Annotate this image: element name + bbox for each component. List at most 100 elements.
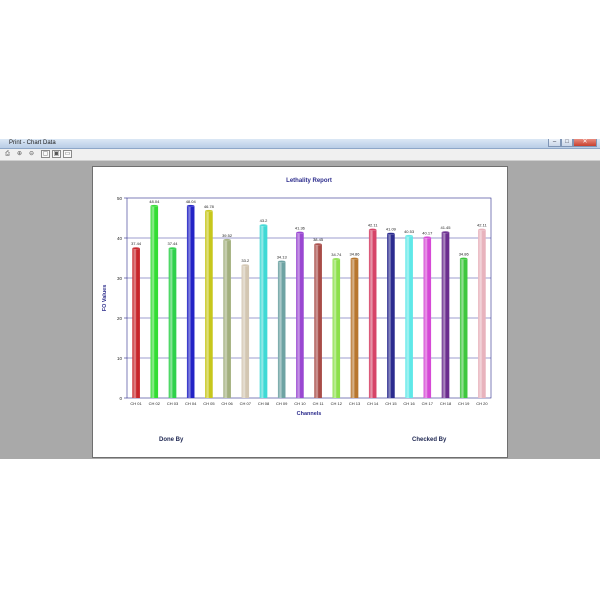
- data-label: 37.44: [131, 241, 142, 246]
- bar-shine: [186, 205, 195, 398]
- chart-title: Lethality Report: [286, 178, 332, 184]
- data-label: 41.45: [440, 225, 451, 230]
- data-label: 42.11: [477, 223, 487, 228]
- x-tick-label: CH 14: [367, 401, 379, 406]
- report-page: 0 10 20 30 40 50 Lethality Report Channels FO Va…: [92, 166, 508, 458]
- bar-cap: [259, 224, 268, 227]
- x-tick-label: CH 11: [313, 401, 325, 406]
- x-tick-label: CH 17: [422, 401, 434, 406]
- bar-shine: [223, 239, 231, 398]
- bar-shine: [332, 259, 341, 398]
- bar-shine: [150, 205, 159, 398]
- y-axis-label: FO Values: [102, 285, 108, 312]
- minimize-button[interactable]: –: [548, 139, 561, 147]
- data-label: 41.09: [386, 227, 397, 232]
- maximize-button[interactable]: □: [561, 139, 573, 147]
- bar-shine: [277, 261, 286, 398]
- bar-shine: [314, 244, 322, 398]
- close-preview-icon[interactable]: ▭: [63, 150, 72, 158]
- data-label: 46.78: [204, 204, 215, 209]
- bar-cap: [477, 228, 486, 231]
- checked-by-label: Checked By: [412, 437, 447, 443]
- y-tick-label: 30: [117, 276, 123, 281]
- bar-cap: [150, 204, 159, 207]
- bar-shine: [387, 233, 395, 398]
- data-label: 33.2: [241, 258, 250, 263]
- bar-shine: [241, 265, 250, 398]
- data-label: 34.86: [459, 252, 470, 257]
- two-page-icon[interactable]: ▣: [52, 150, 61, 158]
- bar-cap: [205, 209, 213, 213]
- bar-cap: [405, 234, 414, 238]
- data-label: 39.52: [222, 233, 233, 238]
- x-tick-label: CH 06: [221, 401, 233, 406]
- x-tick-label: CH 04: [185, 401, 197, 406]
- bar-cap: [332, 257, 341, 261]
- bar-cap: [441, 231, 450, 234]
- bar-shine: [368, 229, 377, 398]
- close-button[interactable]: ✕: [573, 139, 597, 147]
- plot-frame: [126, 197, 492, 399]
- data-label: 34.86: [349, 252, 360, 257]
- bar-cap: [241, 264, 250, 267]
- data-label: 38.45: [313, 237, 324, 242]
- one-page-icon[interactable]: ▢: [41, 150, 50, 158]
- bar-cap: [423, 236, 432, 239]
- done-by-label: Done By: [159, 437, 184, 443]
- x-tick-label: CH 07: [240, 401, 252, 406]
- zoom-in-icon[interactable]: ⊕: [15, 150, 24, 158]
- print-icon[interactable]: ⎙: [3, 150, 12, 158]
- toolbar: ⎙ ⊕ ⊖ ▢ ▣ ▭: [0, 149, 600, 161]
- x-tick-label: CH 02: [149, 401, 161, 406]
- bar-cap: [277, 260, 286, 263]
- bar-cap: [386, 232, 395, 235]
- x-tick-label: CH 05: [203, 401, 215, 406]
- bar-shine: [478, 229, 486, 398]
- data-label: 40.53: [404, 229, 415, 234]
- data-label: 41.36: [295, 226, 306, 231]
- bar-shine: [168, 248, 177, 398]
- bar-cap: [368, 228, 377, 231]
- data-label: 48.04: [186, 199, 197, 204]
- data-label: 43.2: [260, 218, 269, 223]
- bar-cap: [132, 247, 140, 250]
- data-label: 34.74: [331, 252, 342, 257]
- x-tick-label: CH 18: [440, 401, 452, 406]
- bar-shine: [350, 258, 359, 398]
- x-tick-label: CH 03: [167, 401, 179, 406]
- x-tick-label: CH 08: [258, 401, 270, 406]
- y-tick-label: 20: [117, 316, 123, 321]
- bar-cap: [168, 247, 177, 250]
- bar-shine: [459, 258, 468, 398]
- print-preview-window: Print - Chart Data – □ ✕ ⎙ ⊕ ⊖ ▢ ▣ ▭ 0 10…: [0, 139, 600, 459]
- lethality-chart: 0 10 20 30 40 50 Lethality Report Channels FO Va…: [102, 178, 492, 417]
- x-tick-label: CH 10: [294, 401, 306, 406]
- bar-cap: [350, 257, 359, 260]
- x-tick-label: CH 20: [476, 401, 488, 406]
- bar-shine: [405, 235, 413, 398]
- x-tick-label: CH 12: [331, 401, 343, 406]
- bar-shine: [423, 237, 432, 398]
- bar-shine: [296, 232, 304, 398]
- x-tick-label: CH 13: [349, 401, 361, 406]
- bar-cap: [314, 243, 323, 246]
- bar-shine: [441, 232, 450, 398]
- bar-shine: [205, 210, 213, 398]
- data-label: 37.44: [167, 241, 178, 246]
- y-tick-label: 40: [117, 236, 123, 241]
- bar-cap: [459, 257, 468, 260]
- bar-cap: [223, 238, 232, 242]
- x-tick-label: CH 16: [403, 401, 415, 406]
- y-tick-label: 50: [117, 196, 123, 201]
- zoom-out-icon[interactable]: ⊖: [27, 150, 36, 158]
- data-label: 40.17: [422, 230, 433, 235]
- bar-cap: [295, 231, 304, 234]
- window-title: Print - Chart Data: [9, 140, 56, 146]
- bar-shine: [259, 225, 268, 398]
- data-label: 42.11: [368, 223, 378, 228]
- title-bar[interactable]: Print - Chart Data – □ ✕: [0, 139, 600, 149]
- y-tick-label: 10: [117, 356, 123, 361]
- x-tick-label: CH 09: [276, 401, 288, 406]
- x-tick-label: CH 19: [458, 401, 470, 406]
- bar-cap: [186, 204, 195, 207]
